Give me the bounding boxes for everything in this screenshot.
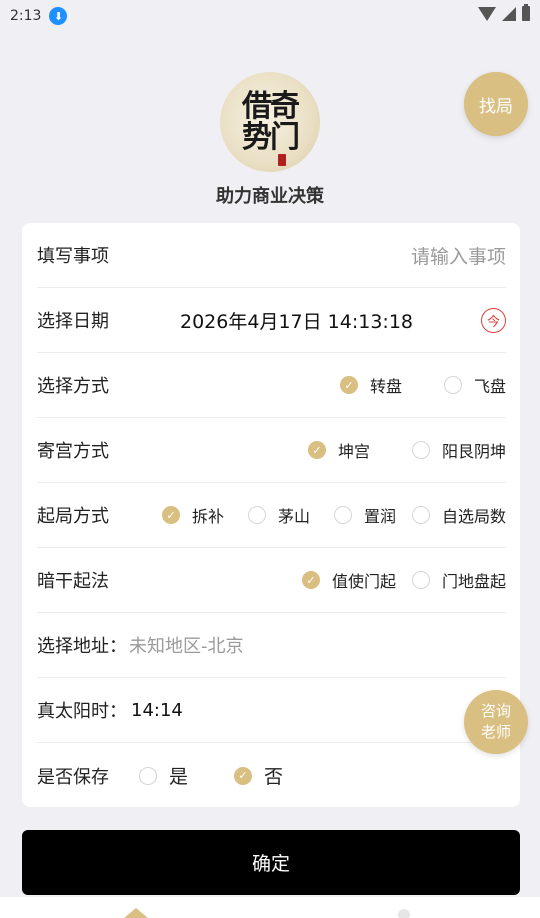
radio-icon[interactable] xyxy=(411,441,430,459)
radio-icon[interactable] xyxy=(411,571,430,589)
checked-radio-icon[interactable]: ✓ xyxy=(301,571,320,589)
signal-icon xyxy=(502,6,516,21)
find-game-button[interactable]: 找局 xyxy=(464,72,528,136)
hidden-option-mendi[interactable]: 门地盘起 xyxy=(411,568,506,592)
row-address[interactable]: 选择地址： 未知地区-北京 xyxy=(37,613,506,678)
home-tab-icon[interactable] xyxy=(124,908,148,918)
date-label: 选择日期 xyxy=(37,311,109,332)
save-option-no[interactable]: ✓ 否 xyxy=(234,762,283,789)
start-option-custom[interactable]: 自选局数 xyxy=(411,503,506,527)
seal-icon xyxy=(278,154,286,166)
row-palace: 寄宫方式 ✓ 坤宫 阳艮阴坤 xyxy=(37,418,506,483)
method-option-turntable[interactable]: ✓ 转盘 xyxy=(339,373,402,397)
radio-icon[interactable] xyxy=(443,376,462,394)
hidden-option-zhishi[interactable]: ✓ 值使门起 xyxy=(301,568,396,592)
palace-option-kun[interactable]: ✓ 坤宫 xyxy=(307,438,370,462)
checked-radio-icon[interactable]: ✓ xyxy=(161,506,180,524)
app-logo: 借奇 势门 xyxy=(220,72,320,172)
radio-icon[interactable] xyxy=(333,506,352,524)
save-option-yes[interactable]: 是 xyxy=(139,762,188,789)
solar-label: 真太阳时： xyxy=(37,701,127,722)
confirm-button[interactable]: 确定 xyxy=(22,830,520,895)
form-card: 填写事项 请输入事项 选择日期 2026年4月17日 14:13:18 今 选择… xyxy=(22,223,520,807)
tagline: 助力商业决策 xyxy=(216,186,324,207)
consult-teacher-button[interactable]: 咨询 老师 xyxy=(464,690,528,754)
profile-tab-icon[interactable] xyxy=(398,909,410,918)
status-bar: 2:13 ⬇ xyxy=(0,0,540,32)
hidden-label: 暗干起法 xyxy=(37,571,109,592)
palace-label: 寄宫方式 xyxy=(37,441,109,462)
wifi-icon xyxy=(478,6,496,21)
checked-radio-icon[interactable]: ✓ xyxy=(234,766,253,785)
item-input[interactable]: 请输入事项 xyxy=(411,242,506,269)
radio-icon[interactable] xyxy=(139,766,157,785)
logo-line-2: 势门 xyxy=(242,120,300,155)
row-start: 起局方式 ✓ 拆补 茅山 置润 自选局数 xyxy=(37,483,506,548)
checked-radio-icon[interactable]: ✓ xyxy=(339,376,358,394)
checked-radio-icon[interactable]: ✓ xyxy=(307,441,326,459)
row-save: 是否保存 是 ✓ 否 xyxy=(37,743,506,808)
status-time: 2:13 xyxy=(10,8,42,24)
bottom-nav xyxy=(0,897,540,918)
status-icons xyxy=(478,4,530,21)
address-label: 选择地址： xyxy=(37,636,127,657)
row-method: 选择方式 ✓ 转盘 飞盘 xyxy=(37,353,506,418)
download-icon: ⬇ xyxy=(49,7,68,25)
now-icon[interactable]: 今 xyxy=(481,307,506,333)
start-option-zhirun[interactable]: 置润 xyxy=(333,503,396,527)
address-value[interactable]: 未知地区-北京 xyxy=(129,632,244,658)
item-label: 填写事项 xyxy=(37,246,109,267)
row-solar-time: 真太阳时： 14:14 xyxy=(37,678,506,743)
palace-option-yanggen[interactable]: 阳艮阴坤 xyxy=(411,438,506,462)
start-label: 起局方式 xyxy=(37,506,109,527)
start-option-chaibu[interactable]: ✓ 拆补 xyxy=(161,503,224,527)
radio-icon[interactable] xyxy=(411,506,430,524)
solar-value: 14:14 xyxy=(131,699,183,721)
row-item[interactable]: 填写事项 请输入事项 xyxy=(37,223,506,288)
start-option-maoshan[interactable]: 茅山 xyxy=(247,503,310,527)
radio-icon[interactable] xyxy=(247,506,266,524)
save-label: 是否保存 xyxy=(37,766,109,788)
method-label: 选择方式 xyxy=(37,376,109,397)
battery-icon xyxy=(522,4,530,21)
logo-line-1: 借奇 xyxy=(242,88,300,124)
row-date[interactable]: 选择日期 2026年4月17日 14:13:18 今 xyxy=(37,288,506,353)
date-value[interactable]: 2026年4月17日 14:13:18 xyxy=(180,307,413,334)
method-option-flying[interactable]: 飞盘 xyxy=(443,373,506,397)
row-hidden: 暗干起法 ✓ 值使门起 门地盘起 xyxy=(37,548,506,613)
